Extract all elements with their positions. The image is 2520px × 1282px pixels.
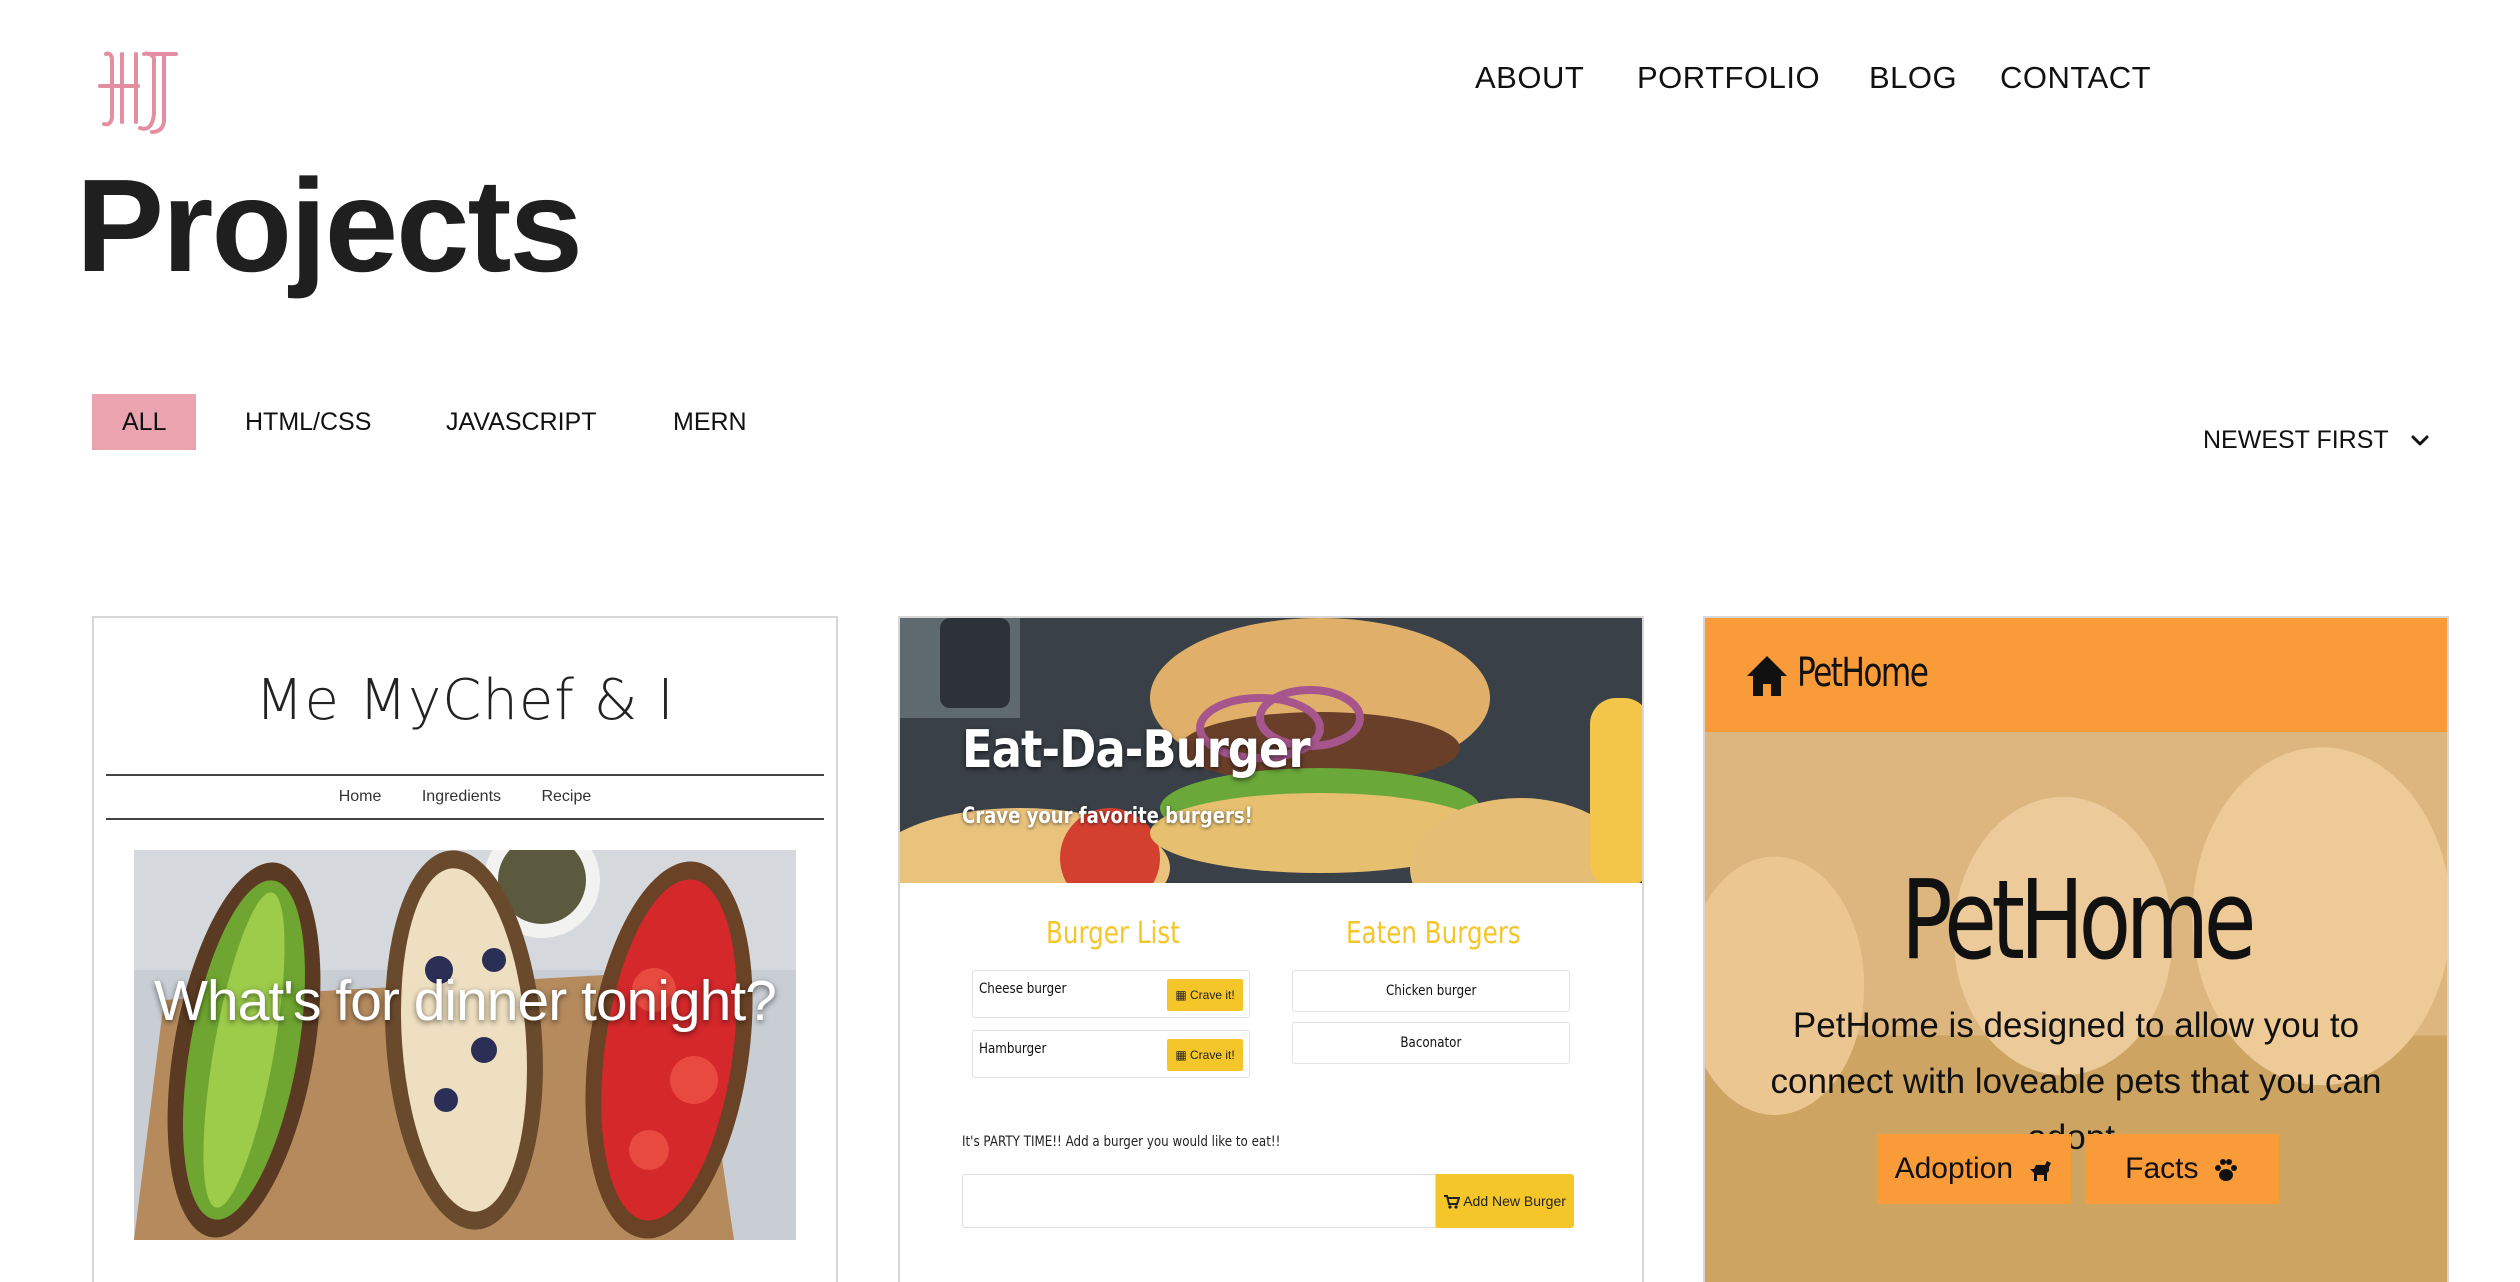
cart-icon xyxy=(1444,1195,1461,1209)
mychef-site-title: Me MyChef & I xyxy=(255,668,675,733)
hj-monogram-logo[interactable] xyxy=(92,48,188,136)
filter-all[interactable]: ALL xyxy=(92,394,197,450)
sort-selected-label: NEWEST FIRST xyxy=(2203,426,2389,454)
home-icon xyxy=(1747,656,1787,696)
nav-portfolio[interactable]: PORTFOLIO xyxy=(1637,60,1820,96)
eaten-burger-item: Baconator xyxy=(1292,1022,1570,1064)
burger-list-item: Hamburger ▦ Crave it! xyxy=(972,1030,1250,1078)
chevron-down-icon xyxy=(2411,435,2429,446)
burger-name: Cheese burger xyxy=(979,981,1067,997)
project-card-mychef[interactable]: Me MyChef & I Home Ingredients Recipe Wh… xyxy=(92,616,838,1282)
filter-javascript[interactable]: JAVASCRIPT xyxy=(446,394,597,450)
mychef-divider xyxy=(106,774,824,776)
adoption-button[interactable]: Adoption xyxy=(1877,1134,2071,1204)
filter-html-css[interactable]: HTML/CSS xyxy=(245,394,371,450)
dog-icon xyxy=(2030,1161,2052,1182)
mychef-nav-recipe: Recipe xyxy=(541,788,592,805)
burger-list-item: Cheese burger ▦ Crave it! xyxy=(972,970,1250,1018)
project-card-pethome[interactable]: PetHome PetHome PetHome is designed to a… xyxy=(1703,616,2449,1282)
mychef-nav: Home Ingredients Recipe xyxy=(94,788,836,806)
pethome-title: PetHome xyxy=(1900,856,2257,984)
filter-mern[interactable]: MERN xyxy=(673,394,747,450)
pethome-navbar: PetHome xyxy=(1705,618,2447,732)
eaten-burger-item: Chicken burger xyxy=(1292,970,1570,1012)
mychef-hero-text: What's for dinner tonight? xyxy=(154,969,777,1033)
crave-it-button[interactable]: ▦ Crave it! xyxy=(1167,979,1243,1011)
facts-button[interactable]: Facts xyxy=(2085,1134,2279,1204)
crave-it-button[interactable]: ▦ Crave it! xyxy=(1167,1039,1243,1071)
page-title: Projects xyxy=(76,152,583,299)
nav-about[interactable]: ABOUT xyxy=(1475,60,1584,96)
mychef-nav-ingredients: Ingredients xyxy=(421,788,502,805)
add-new-burger-button[interactable]: Add New Burger xyxy=(1436,1174,1574,1228)
burger-party-text: It's PARTY TIME!! Add a burger you would… xyxy=(962,1134,1281,1150)
mychef-nav-home: Home xyxy=(338,788,382,805)
nav-contact[interactable]: CONTACT xyxy=(2000,60,2151,96)
nav-blog[interactable]: BLOG xyxy=(1869,60,1957,96)
mychef-divider xyxy=(106,818,824,820)
burger-hero-title: Eat-Da-Burger xyxy=(962,720,1311,780)
food-toast-illustration xyxy=(134,850,796,1240)
project-card-burger[interactable]: Eat-Da-Burger Crave your favorite burger… xyxy=(898,616,1644,1282)
pethome-description: PetHome is designed to allow you to conn… xyxy=(1770,1006,2382,1157)
burger-name: Hamburger xyxy=(979,1041,1047,1057)
burger-hero-image: Eat-Da-Burger Crave your favorite burger… xyxy=(900,618,1642,883)
burger-hero-subtitle: Crave your favorite burgers! xyxy=(962,804,1253,829)
paw-icon xyxy=(2214,1159,2237,1182)
pethome-brand-label: PetHome xyxy=(1797,650,1929,696)
sort-dropdown[interactable]: NEWEST FIRST xyxy=(2203,420,2429,460)
new-burger-input[interactable] xyxy=(962,1174,1436,1228)
mychef-hero-image: What's for dinner tonight? xyxy=(134,850,796,1240)
burger-list-title: Burger List xyxy=(1046,916,1180,951)
eaten-burgers-title: Eaten Burgers xyxy=(1346,916,1521,951)
